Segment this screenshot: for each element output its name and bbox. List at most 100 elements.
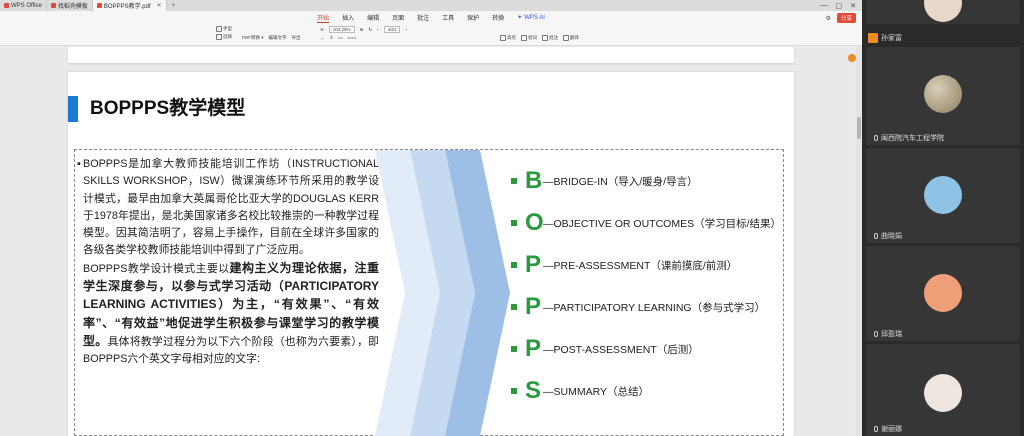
green-square-icon	[511, 220, 517, 226]
avatar	[924, 176, 962, 214]
green-square-icon	[511, 178, 517, 184]
menu-page[interactable]: 页面	[392, 13, 404, 22]
annotate-button[interactable]: 批注	[542, 35, 558, 41]
description-text: ▪ BOPPPS是加拿大教师技能培训工作坊（INSTRUCTIONAL SKIL…	[77, 156, 379, 369]
fit-width-icon[interactable]: ⇔	[320, 36, 325, 41]
wps-ai-label: WPS AI	[524, 14, 545, 21]
ribbon-toolbar: 手型 选择 PDF转换 ▾ 编辑文字 导出 ⊖ 103.29% ⊕ ↻ ‹ 4/…	[0, 24, 862, 46]
participant-name: 闽西院汽车工程学院	[874, 133, 944, 143]
export-label: 导出	[291, 35, 301, 40]
tab-wps-office[interactable]: WPS Office	[0, 0, 47, 11]
translate-icon	[563, 35, 569, 41]
edit-text-button[interactable]: 编辑文字	[269, 35, 287, 41]
green-square-icon	[511, 346, 517, 352]
menu-tools[interactable]: 工具	[442, 13, 454, 22]
previous-page	[68, 47, 794, 63]
tab-template[interactable]: 找稻壳模板	[47, 0, 93, 11]
avatar	[924, 75, 962, 113]
hand-tool-button[interactable]: 手型	[216, 26, 232, 32]
participant-name-label: 曲晓娟	[881, 233, 902, 240]
wps-logo-icon	[4, 3, 9, 8]
current-user-label: 孙家富	[881, 35, 902, 42]
word-select-icon	[521, 35, 527, 41]
stage-letter: P	[525, 293, 542, 320]
stage-description: —PRE-ASSESSMENT（课前摸底/前测）	[543, 259, 738, 272]
mic-icon	[874, 426, 878, 432]
wps-ai-button[interactable]: ✦ WPS AI	[517, 14, 545, 22]
edit-text-label: 编辑文字	[268, 35, 287, 40]
notification-badge-icon[interactable]	[848, 54, 856, 62]
participant-video-panel: 闽西院汽车工程学院 曲晓娟 邱盈瑞 谢丽娜	[862, 0, 1024, 436]
content-box: ▪ BOPPPS是加拿大教师技能培训工作坊（INSTRUCTIONAL SKIL…	[74, 149, 784, 436]
mic-icon	[874, 331, 878, 337]
toolbar-group-zoom: ⊖ 103.29% ⊕ ↻ ‹ 4/21 › ⇔ ⇕ ▭ ▭▭	[320, 26, 407, 41]
new-tab-button[interactable]: +	[167, 3, 181, 9]
stage-letter: P	[525, 251, 542, 278]
participant-tile[interactable]: 邱盈瑞	[866, 246, 1020, 341]
highlight-label: 高亮	[507, 35, 516, 41]
stage-description: —BRIDGE-IN（导入/暖身/导言）	[543, 175, 698, 188]
page-number-input[interactable]: 4/21	[383, 26, 401, 33]
pdf-convert-button[interactable]: PDF转换 ▾	[242, 35, 264, 41]
rotate-icon[interactable]: ↻	[368, 27, 372, 33]
zoom-in-icon[interactable]: ⊕	[360, 27, 364, 33]
highlight-button[interactable]: 高亮	[500, 35, 516, 41]
current-user-chip[interactable]: 孙家富	[868, 33, 902, 43]
hand-label: 手型	[223, 26, 232, 32]
word-select-button[interactable]: 划词	[521, 35, 537, 41]
participant-tile[interactable]: 闽西院汽车工程学院	[866, 47, 1020, 145]
paragraph-2-tail: 具体将教学过程分为以下六个阶段（也称为六要素），即BOPPPS六个英文字母相对应…	[83, 335, 379, 366]
participant-tile[interactable]: 曲晓娟	[866, 148, 1020, 243]
menu-home[interactable]: 开始	[317, 13, 330, 23]
menu-edit[interactable]: 编辑	[367, 13, 379, 22]
stage-letter: B	[525, 167, 543, 194]
export-button[interactable]: 导出	[292, 35, 301, 41]
menu-protect[interactable]: 保护	[467, 13, 479, 22]
menu-convert[interactable]: 转换	[492, 13, 504, 22]
tab-label: WPS Office	[11, 2, 42, 9]
zoom-input[interactable]: 103.29%	[328, 26, 355, 33]
highlight-icon	[500, 35, 506, 41]
translate-button[interactable]: 翻译	[563, 35, 579, 41]
stage-letter: S	[525, 377, 542, 404]
fit-page-icon[interactable]: ⇕	[330, 35, 334, 41]
paragraph-2-lead: BOPPPS教学设计模式主要以	[83, 262, 230, 275]
title-accent-bar	[68, 96, 78, 122]
ai-sparkle-icon: ✦	[517, 15, 523, 21]
maximize-icon[interactable]: ▢	[836, 2, 843, 10]
document-viewport[interactable]: BOPPPS教学模型 ▪ BOPPPS是加拿大教师技能培训工作坊（INSTRUC…	[0, 47, 855, 436]
stage-letter: O	[525, 209, 544, 236]
participant-name: 邱盈瑞	[874, 329, 902, 339]
pdf-page: BOPPPS教学模型 ▪ BOPPPS是加拿大教师技能培训工作坊（INSTRUC…	[68, 72, 794, 436]
page-title: BOPPPS教学模型	[90, 98, 246, 119]
tab-label: 找稻壳模板	[57, 4, 88, 10]
close-window-icon[interactable]: ✕	[850, 2, 856, 10]
participant-tile[interactable]	[866, 0, 1020, 24]
pdf-convert-label: PDF转换	[242, 35, 260, 40]
share-button[interactable]: 分享	[836, 13, 856, 23]
mic-icon	[874, 233, 878, 239]
green-square-icon	[511, 388, 517, 394]
zoom-out-icon[interactable]: ⊖	[320, 27, 324, 33]
prev-page-icon[interactable]: ‹	[377, 27, 379, 32]
tab-label: BOPPPS教学.pdf	[103, 4, 151, 10]
participant-tile[interactable]: 谢丽娜	[866, 344, 1020, 436]
menu-insert[interactable]: 插入	[342, 13, 354, 22]
wps-pdf-window: WPS Office 找稻壳模板 BOPPPS教学.pdf ✕ + — ▢ ✕ …	[0, 0, 862, 436]
minimize-icon[interactable]: —	[821, 2, 828, 10]
stage-item: P —PARTICIPATORY LEARNING（参与式学习）	[511, 292, 765, 322]
settings-icon[interactable]: ⚙	[826, 15, 831, 22]
participant-name-label: 谢丽娜	[881, 426, 902, 433]
scrollbar-thumb[interactable]	[857, 117, 861, 139]
participant-name-label: 闽西院汽车工程学院	[881, 135, 944, 142]
select-label: 选择	[223, 34, 232, 40]
select-tool-button[interactable]: 选择	[216, 34, 232, 41]
next-page-icon[interactable]: ›	[405, 27, 407, 32]
menu-annotate[interactable]: 批注	[417, 13, 429, 22]
user-icon	[868, 33, 878, 43]
single-page-icon[interactable]: ▭	[338, 35, 342, 41]
dual-page-icon[interactable]: ▭▭	[348, 35, 357, 41]
close-tab-icon[interactable]: ✕	[157, 2, 162, 9]
chevron-arrows-graphic	[375, 150, 510, 436]
tab-pdf-document[interactable]: BOPPPS教学.pdf ✕	[92, 0, 167, 11]
